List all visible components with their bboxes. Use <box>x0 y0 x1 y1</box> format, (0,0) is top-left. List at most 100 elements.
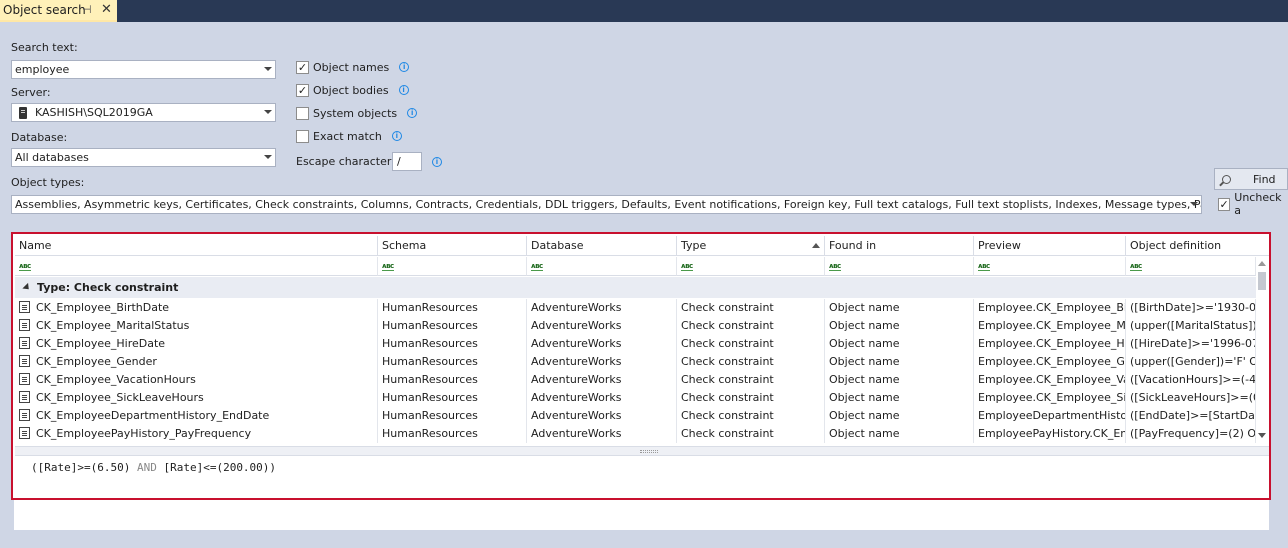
cell-schema[interactable]: HumanResources <box>378 371 527 389</box>
cell-schema[interactable]: HumanResources <box>378 407 527 425</box>
group-row[interactable]: Type: Check constraint <box>15 277 1271 298</box>
filter-cell-preview[interactable]: ᴀʙᴄ <box>974 257 1126 276</box>
database-combo[interactable]: All databases <box>11 148 276 167</box>
vertical-scrollbar[interactable] <box>1256 258 1269 442</box>
object-types-combo[interactable]: Assemblies, Asymmetric keys, Certificate… <box>11 195 1202 214</box>
definition-pane[interactable]: ([Rate]>=(6.50) AND [Rate]<=(200.00)) <box>15 457 1271 498</box>
system-objects-option[interactable]: System objects i <box>296 105 418 121</box>
chevron-down-icon[interactable] <box>264 67 272 71</box>
cell-name[interactable]: CK_Employee_SickLeaveHours <box>15 389 378 407</box>
cell-schema[interactable]: HumanResources <box>378 425 527 443</box>
cell-found-in[interactable]: Object name <box>825 371 974 389</box>
scroll-down-icon[interactable] <box>1258 433 1266 438</box>
cell-found-in[interactable]: Object name <box>825 407 974 425</box>
column-header-found-in[interactable]: Found in <box>825 236 974 256</box>
cell-object-definition[interactable]: ([EndDate]>=[StartDate] ... <box>1126 407 1256 425</box>
filter-cell-name[interactable]: ᴀʙᴄ <box>15 257 378 276</box>
cell-database[interactable]: AdventureWorks <box>527 407 677 425</box>
cell-preview[interactable]: Employee.CK_Employee_Sic... <box>974 389 1126 407</box>
filter-cell-object-definition[interactable]: ᴀʙᴄ <box>1126 257 1256 276</box>
cell-schema[interactable]: HumanResources <box>378 299 527 317</box>
cell-object-definition[interactable]: ([SickLeaveHours]>=(0) A... <box>1126 389 1256 407</box>
cell-name[interactable]: CK_Employee_MaritalStatus <box>15 317 378 335</box>
cell-type[interactable]: Check constraint <box>677 425 825 443</box>
table-row[interactable]: CK_Employee_HireDate HumanResources Advent… <box>15 335 1271 353</box>
cell-name[interactable]: CK_EmployeePayHistory_PayFrequency <box>15 425 378 443</box>
cell-database[interactable]: AdventureWorks <box>527 299 677 317</box>
cell-database[interactable]: AdventureWorks <box>527 317 677 335</box>
cell-preview[interactable]: Employee.CK_Employee_Va... <box>974 371 1126 389</box>
column-header-object-definition[interactable]: Object definition <box>1126 236 1271 256</box>
escape-character-input[interactable]: / <box>392 152 422 171</box>
uncheck-all-option[interactable]: ✓ Uncheck a <box>1218 191 1288 217</box>
chevron-down-icon[interactable] <box>264 110 272 114</box>
filter-cell-found-in[interactable]: ᴀʙᴄ <box>825 257 974 276</box>
column-header-database[interactable]: Database <box>527 236 677 256</box>
cell-object-definition[interactable]: ([BirthDate]>='1930-01-0... <box>1126 299 1256 317</box>
info-icon[interactable]: i <box>432 157 442 167</box>
cell-preview[interactable]: Employee.CK_Employee_Bir... <box>974 299 1126 317</box>
pane-splitter[interactable] <box>15 446 1271 456</box>
system-objects-checkbox[interactable] <box>296 106 309 120</box>
table-row[interactable]: CK_Employee_SickLeaveHours HumanResources… <box>15 389 1271 407</box>
pin-icon[interactable]: ⊣ <box>82 3 92 16</box>
scroll-up-icon[interactable] <box>1258 261 1266 266</box>
table-row[interactable]: CK_Employee_BirthDate HumanResources Adven… <box>15 299 1271 317</box>
chevron-down-icon[interactable] <box>264 155 272 159</box>
find-button[interactable]: Find <box>1214 168 1288 190</box>
object-names-option[interactable]: ✓ Object names i <box>296 59 410 75</box>
tab-object-search[interactable]: Object search ⊣ ✕ <box>0 0 117 22</box>
cell-type[interactable]: Check constraint <box>677 335 825 353</box>
table-row[interactable]: CK_EmployeePayHistory_PayFrequency HumanR… <box>15 425 1271 443</box>
cell-found-in[interactable]: Object name <box>825 299 974 317</box>
collapse-icon[interactable] <box>22 282 32 293</box>
cell-database[interactable]: AdventureWorks <box>527 335 677 353</box>
cell-object-definition[interactable]: ([HireDate]>='1996-07-01... <box>1126 335 1256 353</box>
scroll-thumb[interactable] <box>1258 272 1266 290</box>
cell-schema[interactable]: HumanResources <box>378 335 527 353</box>
cell-object-definition[interactable]: (upper([MaritalStatus])='S... <box>1126 317 1256 335</box>
info-icon[interactable]: i <box>391 131 402 141</box>
cell-preview[interactable]: EmployeePayHistory.CK_Em... <box>974 425 1126 443</box>
cell-found-in[interactable]: Object name <box>825 425 974 443</box>
cell-database[interactable]: AdventureWorks <box>527 371 677 389</box>
cell-preview[interactable]: Employee.CK_Employee_Ma... <box>974 317 1126 335</box>
close-icon[interactable]: ✕ <box>101 2 112 17</box>
object-bodies-checkbox[interactable]: ✓ <box>296 83 309 97</box>
search-text-combo[interactable]: employee <box>11 60 276 79</box>
uncheck-all-checkbox[interactable]: ✓ <box>1218 197 1231 211</box>
filter-cell-schema[interactable]: ᴀʙᴄ <box>378 257 527 276</box>
cell-database[interactable]: AdventureWorks <box>527 389 677 407</box>
cell-object-definition[interactable]: ([VacationHours]>=(-40) ... <box>1126 371 1256 389</box>
exact-match-option[interactable]: Exact match i <box>296 128 402 144</box>
table-row[interactable]: CK_Employee_Gender HumanResources Adventur… <box>15 353 1271 371</box>
cell-object-definition[interactable]: (upper([Gender])='F' OR u... <box>1126 353 1256 371</box>
column-header-preview[interactable]: Preview <box>974 236 1126 256</box>
cell-name[interactable]: CK_EmployeeDepartmentHistory_EndDate <box>15 407 378 425</box>
cell-preview[interactable]: Employee.CK_Employee_Ge... <box>974 353 1126 371</box>
cell-name[interactable]: CK_Employee_BirthDate <box>15 299 378 317</box>
info-icon[interactable]: i <box>398 85 409 95</box>
server-combo[interactable]: KASHISH\SQL2019GA <box>11 103 276 122</box>
column-header-schema[interactable]: Schema <box>378 236 527 256</box>
filter-cell-type[interactable]: ᴀʙᴄ <box>677 257 825 276</box>
column-header-name[interactable]: Name <box>15 236 378 256</box>
cell-object-definition[interactable]: ([PayFrequency]=(2) OR [... <box>1126 425 1256 443</box>
object-names-checkbox[interactable]: ✓ <box>296 60 309 74</box>
cell-type[interactable]: Check constraint <box>677 371 825 389</box>
column-header-type[interactable]: Type <box>677 236 825 256</box>
cell-found-in[interactable]: Object name <box>825 317 974 335</box>
cell-found-in[interactable]: Object name <box>825 353 974 371</box>
cell-type[interactable]: Check constraint <box>677 299 825 317</box>
cell-name[interactable]: CK_Employee_HireDate <box>15 335 378 353</box>
exact-match-checkbox[interactable] <box>296 129 309 143</box>
table-row[interactable]: CK_Employee_VacationHours HumanResources A… <box>15 371 1271 389</box>
cell-database[interactable]: AdventureWorks <box>527 425 677 443</box>
cell-name[interactable]: CK_Employee_VacationHours <box>15 371 378 389</box>
cell-schema[interactable]: HumanResources <box>378 353 527 371</box>
cell-preview[interactable]: EmployeeDepartmentHistor... <box>974 407 1126 425</box>
cell-preview[interactable]: Employee.CK_Employee_Hir... <box>974 335 1126 353</box>
cell-found-in[interactable]: Object name <box>825 335 974 353</box>
object-bodies-option[interactable]: ✓ Object bodies i <box>296 82 409 98</box>
filter-cell-database[interactable]: ᴀʙᴄ <box>527 257 677 276</box>
